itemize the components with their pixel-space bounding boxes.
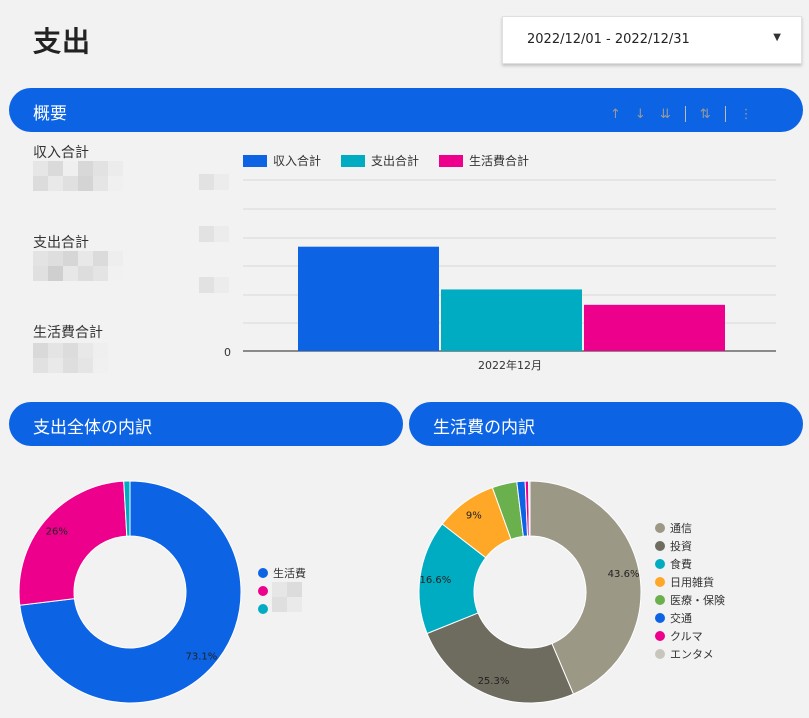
living-breakdown-title: 生活費の内訳: [433, 418, 535, 438]
legend-label: 食費: [670, 558, 692, 571]
date-range-picker[interactable]: 2022/12/01 - 2022/12/31 ▼: [502, 16, 802, 64]
metric-income-label: 収入合計: [33, 145, 89, 161]
legend-item[interactable]: エンタメ: [655, 645, 725, 663]
x-tick-label: 2022年12月: [478, 358, 542, 372]
legend-label: 投資: [670, 540, 692, 553]
slice-data-label: 26%: [46, 527, 68, 538]
legend-dot: [655, 631, 665, 641]
y-tick-redacted: [199, 226, 214, 242]
legend-dot: [655, 559, 665, 569]
legend-item[interactable]: 食費: [655, 555, 725, 573]
bar-income[interactable]: [298, 246, 439, 351]
legend-item[interactable]: 投資: [655, 537, 725, 555]
date-range-value: 2022/12/01 - 2022/12/31: [527, 32, 690, 47]
legend-dot: [655, 523, 665, 533]
legend-label: エンタメ: [670, 648, 714, 661]
living-breakdown-donut-chart: 43.6% 25.3% 16.6% 9%: [418, 480, 642, 704]
living-breakdown-header: 生活費の内訳: [409, 402, 803, 446]
legend-item[interactable]: クルマ: [655, 627, 725, 645]
legend-label: 通信: [670, 522, 692, 535]
overview-title: 概要: [33, 104, 67, 124]
legend-dot: [655, 613, 665, 623]
slice-data-label: 16.6%: [420, 575, 452, 586]
legend-dot: [258, 568, 268, 578]
legend-labels-redacted: [272, 582, 302, 612]
legend-item[interactable]: 交通: [655, 609, 725, 627]
legend-swatch: [243, 154, 267, 167]
legend-label: 交通: [670, 612, 692, 625]
expense-breakdown-title: 支出全体の内訳: [33, 418, 152, 438]
metric-living-label: 生活費合計: [33, 325, 103, 341]
legend-swatch: [341, 154, 366, 167]
chart-toolbar: ↑ ↓ ⇊ ⇅ ⋮: [610, 106, 753, 122]
bar-living[interactable]: [584, 304, 725, 351]
legend-dot: [655, 577, 665, 587]
slice-data-label: 9%: [466, 511, 482, 522]
y-tick-redacted: [214, 277, 229, 293]
legend-item[interactable]: 日用雑貨: [655, 573, 725, 591]
toolbar-divider: [724, 106, 726, 122]
legend-dot: [655, 595, 665, 605]
toolbar-divider: [684, 106, 686, 122]
expense-breakdown-header: 支出全体の内訳: [9, 402, 403, 446]
y-tick-redacted: [214, 226, 229, 242]
drill-down-icon[interactable]: ↓: [635, 107, 646, 122]
slice-entertainment[interactable]: [528, 480, 531, 537]
bar-chart-legend: 収入合計 支出合計 生活費合計: [243, 152, 529, 169]
y-tick-redacted: [214, 174, 229, 190]
metric-expense-label: 支出合計: [33, 235, 89, 251]
y-tick-label: 0: [224, 346, 231, 359]
legend-item-expense[interactable]: 支出合計: [341, 152, 419, 169]
slice-other-1[interactable]: [18, 480, 128, 606]
legend-label: 収入合計: [273, 154, 322, 168]
slice-data-label: 73.1%: [186, 651, 218, 662]
more-options-icon[interactable]: ⋮: [740, 107, 753, 122]
legend-label: クルマ: [670, 630, 703, 643]
y-tick-redacted: [199, 174, 214, 190]
y-tick-redacted: [199, 277, 214, 293]
legend-item[interactable]: 医療・保険: [655, 591, 725, 609]
slice-investment[interactable]: [426, 612, 575, 704]
expand-all-icon[interactable]: ⇊: [660, 107, 671, 122]
slice-data-label: 43.6%: [608, 569, 640, 580]
drill-up-icon[interactable]: ↑: [610, 107, 621, 122]
legend-swatch: [439, 154, 464, 167]
legend-label: 生活費合計: [469, 154, 530, 168]
legend-item-income[interactable]: 収入合計: [243, 152, 321, 169]
legend-item-living[interactable]: 生活費合計: [439, 152, 529, 169]
legend-label: 医療・保険: [670, 594, 725, 607]
legend-label: 生活費: [273, 567, 306, 580]
page-title: 支出: [33, 25, 92, 58]
legend-item[interactable]: 生活費: [258, 564, 306, 582]
bar-expense[interactable]: [441, 289, 582, 351]
caret-down-icon: ▼: [773, 32, 781, 43]
slice-data-label: 25.3%: [478, 676, 510, 687]
sort-icon[interactable]: ⇅: [700, 107, 711, 122]
legend-item[interactable]: 通信: [655, 519, 725, 537]
living-breakdown-legend: 通信投資食費日用雑貨医療・保険交通クルマエンタメ: [655, 519, 725, 663]
legend-dot: [258, 604, 268, 614]
legend-dot: [655, 541, 665, 551]
legend-dot: [258, 586, 268, 596]
legend-dot: [655, 649, 665, 659]
metric-expense-value-redacted: [33, 251, 123, 281]
expense-breakdown-donut-chart: 73.1% 26%: [18, 480, 242, 704]
metric-living-value-redacted: [33, 343, 123, 373]
legend-label: 支出合計: [371, 154, 420, 168]
metric-income-value-redacted: [33, 161, 123, 191]
legend-label: 日用雑貨: [670, 576, 714, 589]
